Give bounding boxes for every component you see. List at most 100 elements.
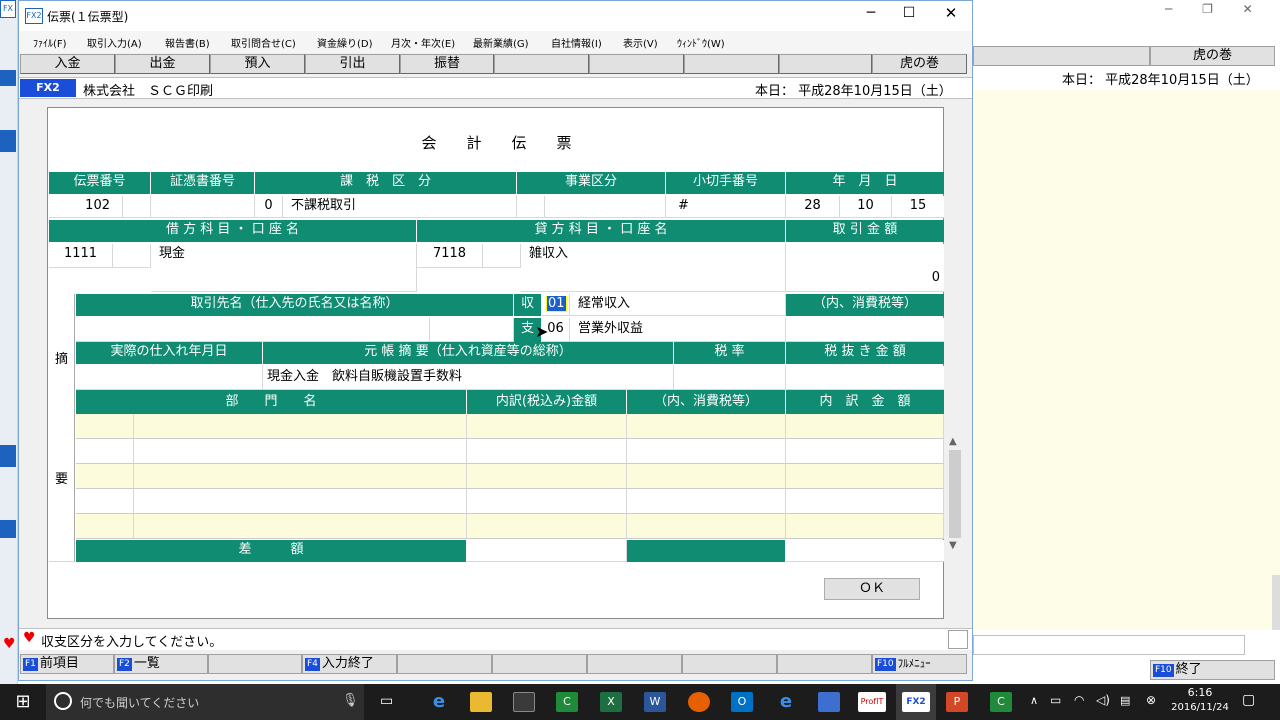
kogitte-no-input[interactable]: #: [666, 196, 786, 218]
detail-cell[interactable]: [786, 514, 944, 539]
volume-icon[interactable]: ◁): [1096, 693, 1110, 707]
shukkin-button[interactable]: 出金: [115, 54, 210, 74]
scroll-up-icon[interactable]: ▲: [949, 436, 957, 447]
denpyo-no-sub-input[interactable]: [123, 196, 151, 218]
menu-cashflow[interactable]: 資金繰り(D): [317, 35, 373, 50]
menu-inquiry[interactable]: 取引問合せ(C): [231, 35, 296, 50]
detail-cell[interactable]: [134, 439, 467, 464]
keyboard-icon[interactable]: ▤: [1120, 694, 1130, 707]
f10-full-menu-button[interactable]: F10 ﾌﾙﾒﾆｭｰ: [872, 654, 967, 674]
detail-cell[interactable]: [786, 464, 944, 489]
detail-cell[interactable]: [467, 464, 627, 489]
jigyo-code-input[interactable]: [517, 196, 545, 218]
excel-icon[interactable]: X: [600, 692, 622, 712]
debit-sub-input[interactable]: [113, 244, 151, 268]
clock-date[interactable]: 2016/11/24: [1166, 702, 1234, 713]
hikidashi-button[interactable]: 引出: [305, 54, 400, 74]
menu-latest-results[interactable]: 最新業績(G): [473, 35, 529, 50]
bg-minimize-icon[interactable]: ─: [1165, 2, 1172, 16]
battery-icon[interactable]: ▭: [1050, 693, 1061, 707]
menu-window[interactable]: ｳｨﾝﾄﾞｳ(W): [677, 35, 725, 50]
store-icon[interactable]: [513, 692, 535, 712]
detail-cell[interactable]: [76, 414, 134, 439]
detail-cell[interactable]: [134, 489, 467, 514]
detail-scrollbar[interactable]: ▲ ▼: [947, 436, 963, 554]
detail-cell[interactable]: [786, 489, 944, 514]
network-app-icon[interactable]: [818, 692, 840, 712]
denpyo-no-input[interactable]: 102: [49, 196, 123, 218]
detail-cell[interactable]: [76, 464, 134, 489]
fx2-taskbar-icon[interactable]: FX2: [902, 692, 930, 712]
ime-icon[interactable]: ⊗: [1146, 693, 1156, 707]
bg-toranomaki-button[interactable]: 虎の巻: [1150, 46, 1275, 66]
azukeire-button[interactable]: 預入: [210, 54, 305, 74]
task-view-icon[interactable]: ▭: [380, 693, 393, 709]
ok-button[interactable]: ＯＫ: [824, 578, 920, 600]
close-icon[interactable]: ✕: [941, 4, 961, 22]
toolbar-empty-button[interactable]: [779, 54, 872, 74]
notification-icon[interactable]: ▢: [1242, 692, 1255, 708]
detail-cell[interactable]: [627, 514, 786, 539]
menu-report[interactable]: 報告書(B): [165, 35, 210, 50]
f7-empty-button[interactable]: [587, 654, 682, 674]
outlook-icon[interactable]: O: [731, 692, 753, 712]
word-icon[interactable]: W: [644, 692, 666, 712]
bg-close-icon[interactable]: ✕: [1243, 2, 1253, 16]
f2-list-button[interactable]: F2 一覧: [114, 654, 208, 674]
app-c-icon[interactable]: C: [556, 692, 578, 712]
furikae-button[interactable]: 振替: [400, 54, 494, 74]
shiire-date-input[interactable]: [76, 366, 263, 390]
detail-cell[interactable]: [786, 414, 944, 439]
menu-file[interactable]: ﾌｧｲﾙ(F): [33, 35, 67, 50]
scroll-thumb[interactable]: [949, 450, 961, 538]
toolbar-empty-button[interactable]: [589, 54, 684, 74]
uchi-tax-input[interactable]: [786, 318, 944, 342]
torihikisaki-sub-input[interactable]: [430, 318, 514, 342]
f9-empty-button[interactable]: [777, 654, 872, 674]
credit-sub-input[interactable]: [483, 244, 521, 268]
tekiyo-input[interactable]: 現金入金 飲料自販機設置手数料: [263, 366, 674, 390]
detail-cell[interactable]: [627, 489, 786, 514]
torihikisaki-input[interactable]: [76, 318, 430, 342]
detail-cell[interactable]: [627, 414, 786, 439]
clock-time[interactable]: 6:16: [1170, 686, 1230, 699]
toranomaki-button[interactable]: 虎の巻: [872, 54, 967, 74]
menu-view[interactable]: 表示(V): [623, 35, 658, 50]
f6-empty-button[interactable]: [492, 654, 587, 674]
shu-code-input[interactable]: 01: [542, 294, 570, 316]
f5-empty-button[interactable]: [397, 654, 492, 674]
file-explorer-icon[interactable]: [470, 692, 492, 712]
maximize-icon[interactable]: ☐: [899, 5, 919, 21]
detail-cell[interactable]: [627, 464, 786, 489]
detail-cell[interactable]: [134, 414, 467, 439]
month-input[interactable]: 10: [840, 196, 892, 218]
detail-cell[interactable]: [786, 439, 944, 464]
menu-monthly-yearly[interactable]: 月次・年次(E): [391, 35, 455, 50]
debit-code-input[interactable]: 1111: [49, 244, 113, 268]
detail-cell[interactable]: [467, 439, 627, 464]
scroll-down-icon[interactable]: ▼: [949, 540, 957, 551]
internet-explorer-icon[interactable]: e: [775, 692, 797, 712]
detail-cell[interactable]: [467, 414, 627, 439]
bg-end-button[interactable]: F10 終了: [1150, 660, 1275, 680]
toolbar-empty-button[interactable]: [494, 54, 589, 74]
f1-prev-item-button[interactable]: F1 前項目: [20, 654, 114, 674]
zeiritsu-input[interactable]: [674, 366, 786, 390]
f4-input-end-button[interactable]: F4 入力終了: [302, 654, 397, 674]
year-input[interactable]: 28: [786, 196, 840, 218]
detail-cell[interactable]: [467, 489, 627, 514]
app-c2-icon[interactable]: C: [990, 692, 1012, 712]
minimize-icon[interactable]: ─: [861, 5, 881, 21]
credit-code-input[interactable]: 7118: [417, 244, 483, 268]
windows-start-icon[interactable]: ⊞: [0, 684, 46, 720]
profit-icon[interactable]: ProfIT: [858, 692, 886, 712]
detail-cell[interactable]: [134, 464, 467, 489]
zeinuki-input[interactable]: [786, 366, 944, 390]
shohyo-no-input[interactable]: [151, 196, 255, 218]
wifi-icon[interactable]: ◠: [1074, 693, 1084, 707]
detail-cell[interactable]: [627, 439, 786, 464]
nyukin-button[interactable]: 入金: [20, 54, 115, 74]
detail-cell[interactable]: [134, 514, 467, 539]
amount-input[interactable]: 0: [786, 244, 944, 292]
firefox-icon[interactable]: [688, 692, 710, 712]
